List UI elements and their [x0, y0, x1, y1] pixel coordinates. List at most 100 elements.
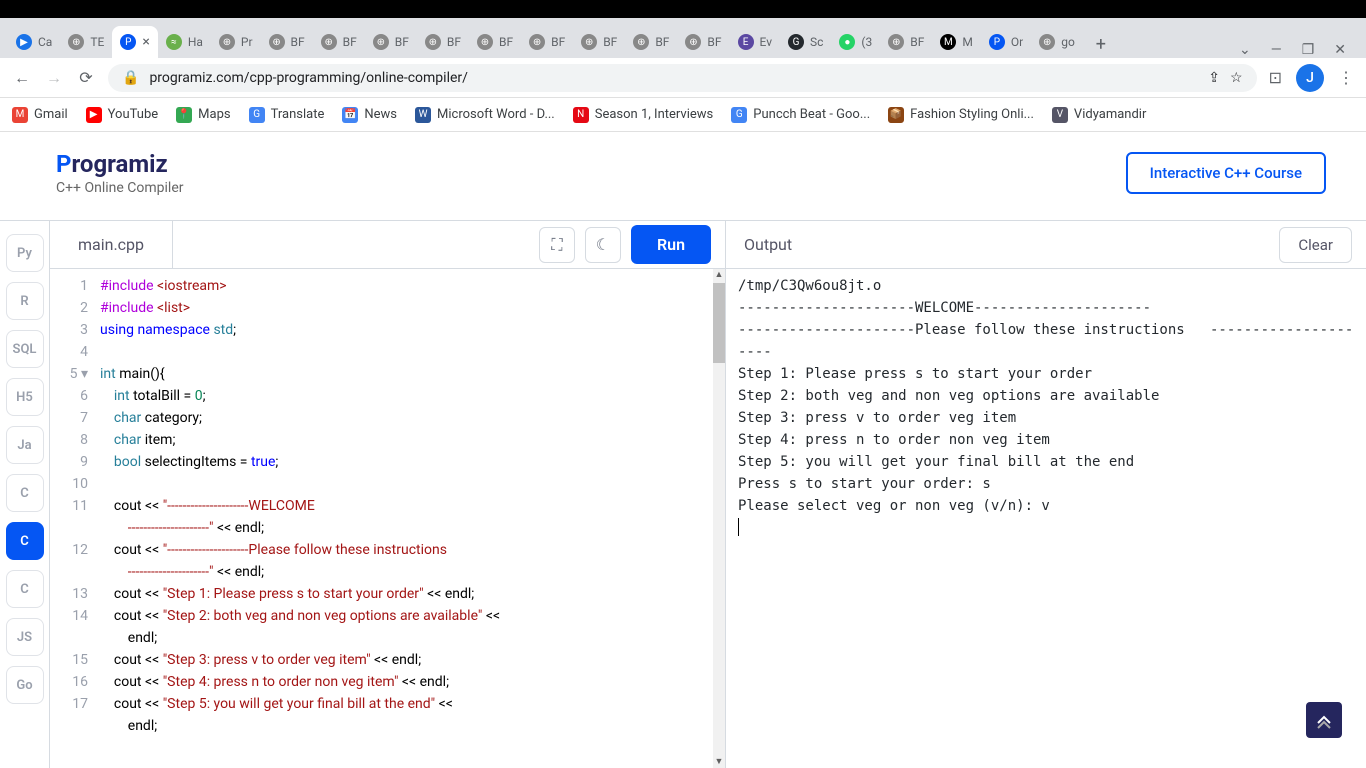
code-line[interactable]: #include <list> — [100, 297, 725, 319]
tab-label: BF — [499, 35, 513, 49]
chevron-down-icon[interactable]: ⌄ — [1239, 42, 1251, 58]
star-icon[interactable]: ☆ — [1230, 70, 1243, 86]
language-button-c[interactable]: C — [6, 474, 44, 512]
bookmark-item[interactable]: 📦Fashion Styling Onli... — [888, 107, 1034, 123]
browser-tab[interactable]: ⊕BF — [417, 26, 469, 58]
scroll-top-button[interactable] — [1306, 702, 1342, 738]
maximize-button[interactable]: ❐ — [1302, 42, 1315, 58]
browser-tab[interactable]: ⊕BF — [625, 26, 677, 58]
bookmark-item[interactable]: NSeason 1, Interviews — [573, 107, 714, 123]
fullscreen-button[interactable]: ⛶ — [539, 227, 575, 263]
run-button[interactable]: Run — [631, 225, 711, 264]
code-line[interactable]: ---------------------" << endl; — [100, 517, 725, 539]
profile-avatar[interactable]: J — [1296, 64, 1324, 92]
url-bar[interactable]: 🔒 programiz.com/cpp-programming/online-c… — [108, 64, 1257, 92]
minimize-button[interactable]: — — [1271, 42, 1282, 58]
browser-tab[interactable]: GSc — [780, 26, 831, 58]
share-icon[interactable]: ⇪ — [1208, 70, 1220, 86]
browser-tab[interactable]: P× — [112, 26, 157, 58]
code-line[interactable]: cout << "Step 2: both veg and non veg op… — [100, 605, 725, 627]
menu-icon[interactable]: ⋮ — [1338, 68, 1354, 87]
browser-tab[interactable]: ⊕BF — [521, 26, 573, 58]
code-line[interactable]: char item; — [100, 429, 725, 451]
bookmark-item[interactable]: GTranslate — [249, 107, 325, 123]
code-line[interactable]: cout << "Step 5: you will get your final… — [100, 693, 725, 715]
code-editor[interactable]: 12345 ▾67891011121314151617 #include <io… — [50, 269, 725, 768]
browser-tab[interactable]: ⊕BF — [677, 26, 729, 58]
new-tab-button[interactable]: + — [1087, 30, 1115, 58]
bookmark-item[interactable]: WMicrosoft Word - D... — [415, 107, 555, 123]
code-line[interactable]: char category; — [100, 407, 725, 429]
language-button-h5[interactable]: H5 — [6, 378, 44, 416]
browser-tab[interactable]: ⊕go — [1031, 26, 1083, 58]
tab-favicon: ▶ — [16, 34, 32, 50]
code-line[interactable]: bool selectingItems = true; — [100, 451, 725, 473]
browser-tab[interactable]: POr — [981, 26, 1031, 58]
forward-button[interactable]: → — [44, 68, 64, 88]
code-line[interactable]: cout << "Step 3: press v to order veg it… — [100, 649, 725, 671]
bookmark-item[interactable]: MGmail — [12, 107, 68, 123]
reload-button[interactable]: ⟳ — [76, 68, 96, 88]
tab-label: TE — [90, 35, 104, 49]
browser-tab[interactable]: ⊕BF — [365, 26, 417, 58]
language-button-go[interactable]: Go — [6, 666, 44, 704]
code-line[interactable]: endl; — [100, 715, 725, 737]
browser-tab[interactable]: ⊕BF — [880, 26, 932, 58]
browser-tab[interactable]: ●(3 — [831, 26, 880, 58]
code-line[interactable]: int main(){ — [100, 363, 725, 385]
code-line[interactable] — [100, 473, 725, 495]
language-button-c[interactable]: C — [6, 570, 44, 608]
interactive-course-button[interactable]: Interactive C++ Course — [1126, 152, 1326, 194]
language-button-js[interactable]: JS — [6, 618, 44, 656]
code-line[interactable]: ---------------------" << endl; — [100, 561, 725, 583]
theme-toggle-button[interactable]: ☾ — [585, 227, 621, 263]
browser-tab[interactable]: ⊕BF — [573, 26, 625, 58]
browser-tab[interactable]: EEv — [730, 26, 780, 58]
bookmark-item[interactable]: ▶YouTube — [86, 107, 159, 123]
code-line[interactable]: endl; — [100, 627, 725, 649]
scrollbar-up-arrow[interactable]: ▲ — [713, 269, 725, 281]
code-line[interactable]: cout << "Step 4: press n to order non ve… — [100, 671, 725, 693]
browser-tab[interactable]: MM — [932, 26, 980, 58]
editor-scrollbar[interactable]: ▲ ▼ — [713, 269, 725, 768]
extension-icon[interactable]: ⊡ — [1269, 68, 1282, 87]
back-button[interactable]: ← — [12, 68, 32, 88]
programiz-logo[interactable]: Programiz — [56, 150, 183, 178]
language-button-sql[interactable]: SQL — [6, 330, 44, 368]
page-header: Programiz C++ Online Compiler Interactiv… — [0, 132, 1366, 220]
code-line[interactable]: int totalBill = 0; — [100, 385, 725, 407]
code-line[interactable]: cout << "---------------------WELCOME — [100, 495, 725, 517]
code-line[interactable]: using namespace std; — [100, 319, 725, 341]
close-window-button[interactable]: ✕ — [1334, 42, 1346, 58]
filename-tab[interactable]: main.cpp — [50, 221, 173, 268]
tab-label: Or — [1011, 35, 1023, 49]
output-content[interactable]: /tmp/C3Qw6ou8jt.o ---------------------W… — [726, 269, 1366, 768]
code-line[interactable] — [100, 341, 725, 363]
tab-favicon: ⊕ — [269, 34, 285, 50]
line-number: 16 — [50, 671, 88, 693]
scrollbar-down-arrow[interactable]: ▼ — [713, 756, 725, 768]
language-button-py[interactable]: Py — [6, 234, 44, 272]
code-line[interactable]: cout << "---------------------Please fol… — [100, 539, 725, 561]
browser-tab[interactable]: ⊕TE — [60, 26, 112, 58]
language-button-ja[interactable]: Ja — [6, 426, 44, 464]
bookmark-item[interactable]: VVidyamandir — [1052, 107, 1146, 123]
close-icon[interactable]: × — [142, 34, 149, 50]
browser-tab[interactable]: ⊕BF — [261, 26, 313, 58]
language-button-r[interactable]: R — [6, 282, 44, 320]
browser-tab[interactable]: ⊕BF — [469, 26, 521, 58]
bookmark-item[interactable]: GPuncch Beat - Goo... — [731, 107, 870, 123]
code-content[interactable]: #include <iostream>#include <list>using … — [100, 269, 725, 768]
code-line[interactable]: #include <iostream> — [100, 275, 725, 297]
language-button-c[interactable]: C — [6, 522, 44, 560]
bookmark-icon: ▶ — [86, 107, 102, 123]
bookmark-item[interactable]: 📅News — [342, 107, 397, 123]
clear-button[interactable]: Clear — [1279, 227, 1352, 263]
browser-tab[interactable]: ≈Ha — [158, 26, 211, 58]
browser-tab[interactable]: ⊕BF — [313, 26, 365, 58]
bookmark-item[interactable]: 📍Maps — [176, 107, 230, 123]
scrollbar-thumb[interactable] — [713, 283, 725, 363]
browser-tab[interactable]: ⊕Pr — [211, 26, 261, 58]
browser-tab[interactable]: ▶Ca — [8, 26, 60, 58]
code-line[interactable]: cout << "Step 1: Please press s to start… — [100, 583, 725, 605]
